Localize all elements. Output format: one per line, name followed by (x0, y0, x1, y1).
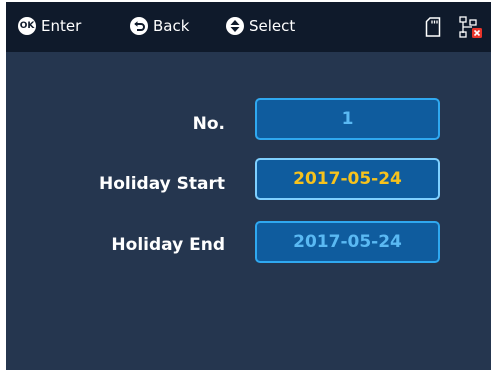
holiday-end-field[interactable]: 2017-05-24 (255, 221, 440, 263)
ok-button-icon: OK (18, 17, 36, 35)
network-disconnected-icon (459, 16, 482, 38)
select-hint: Select (226, 17, 295, 35)
no-label: No. (192, 114, 225, 134)
up-down-arrows-icon (226, 17, 244, 35)
sd-card-icon (425, 17, 441, 37)
holiday-start-field[interactable]: 2017-05-24 (255, 158, 440, 200)
holiday-start-label: Holiday Start (98, 174, 225, 194)
enter-hint: OK Enter (18, 17, 81, 35)
device-screen: OK Enter Back Select No. 1 Holiday Start… (6, 2, 491, 370)
holiday-end-label: Holiday End (111, 235, 225, 255)
back-hint-label: Back (153, 17, 190, 35)
select-hint-label: Select (249, 17, 296, 35)
back-arrow-icon (130, 17, 148, 35)
enter-hint-label: Enter (41, 17, 82, 35)
no-field[interactable]: 1 (255, 98, 440, 140)
back-hint: Back (130, 17, 189, 35)
hint-bar: OK Enter Back Select (6, 2, 491, 52)
